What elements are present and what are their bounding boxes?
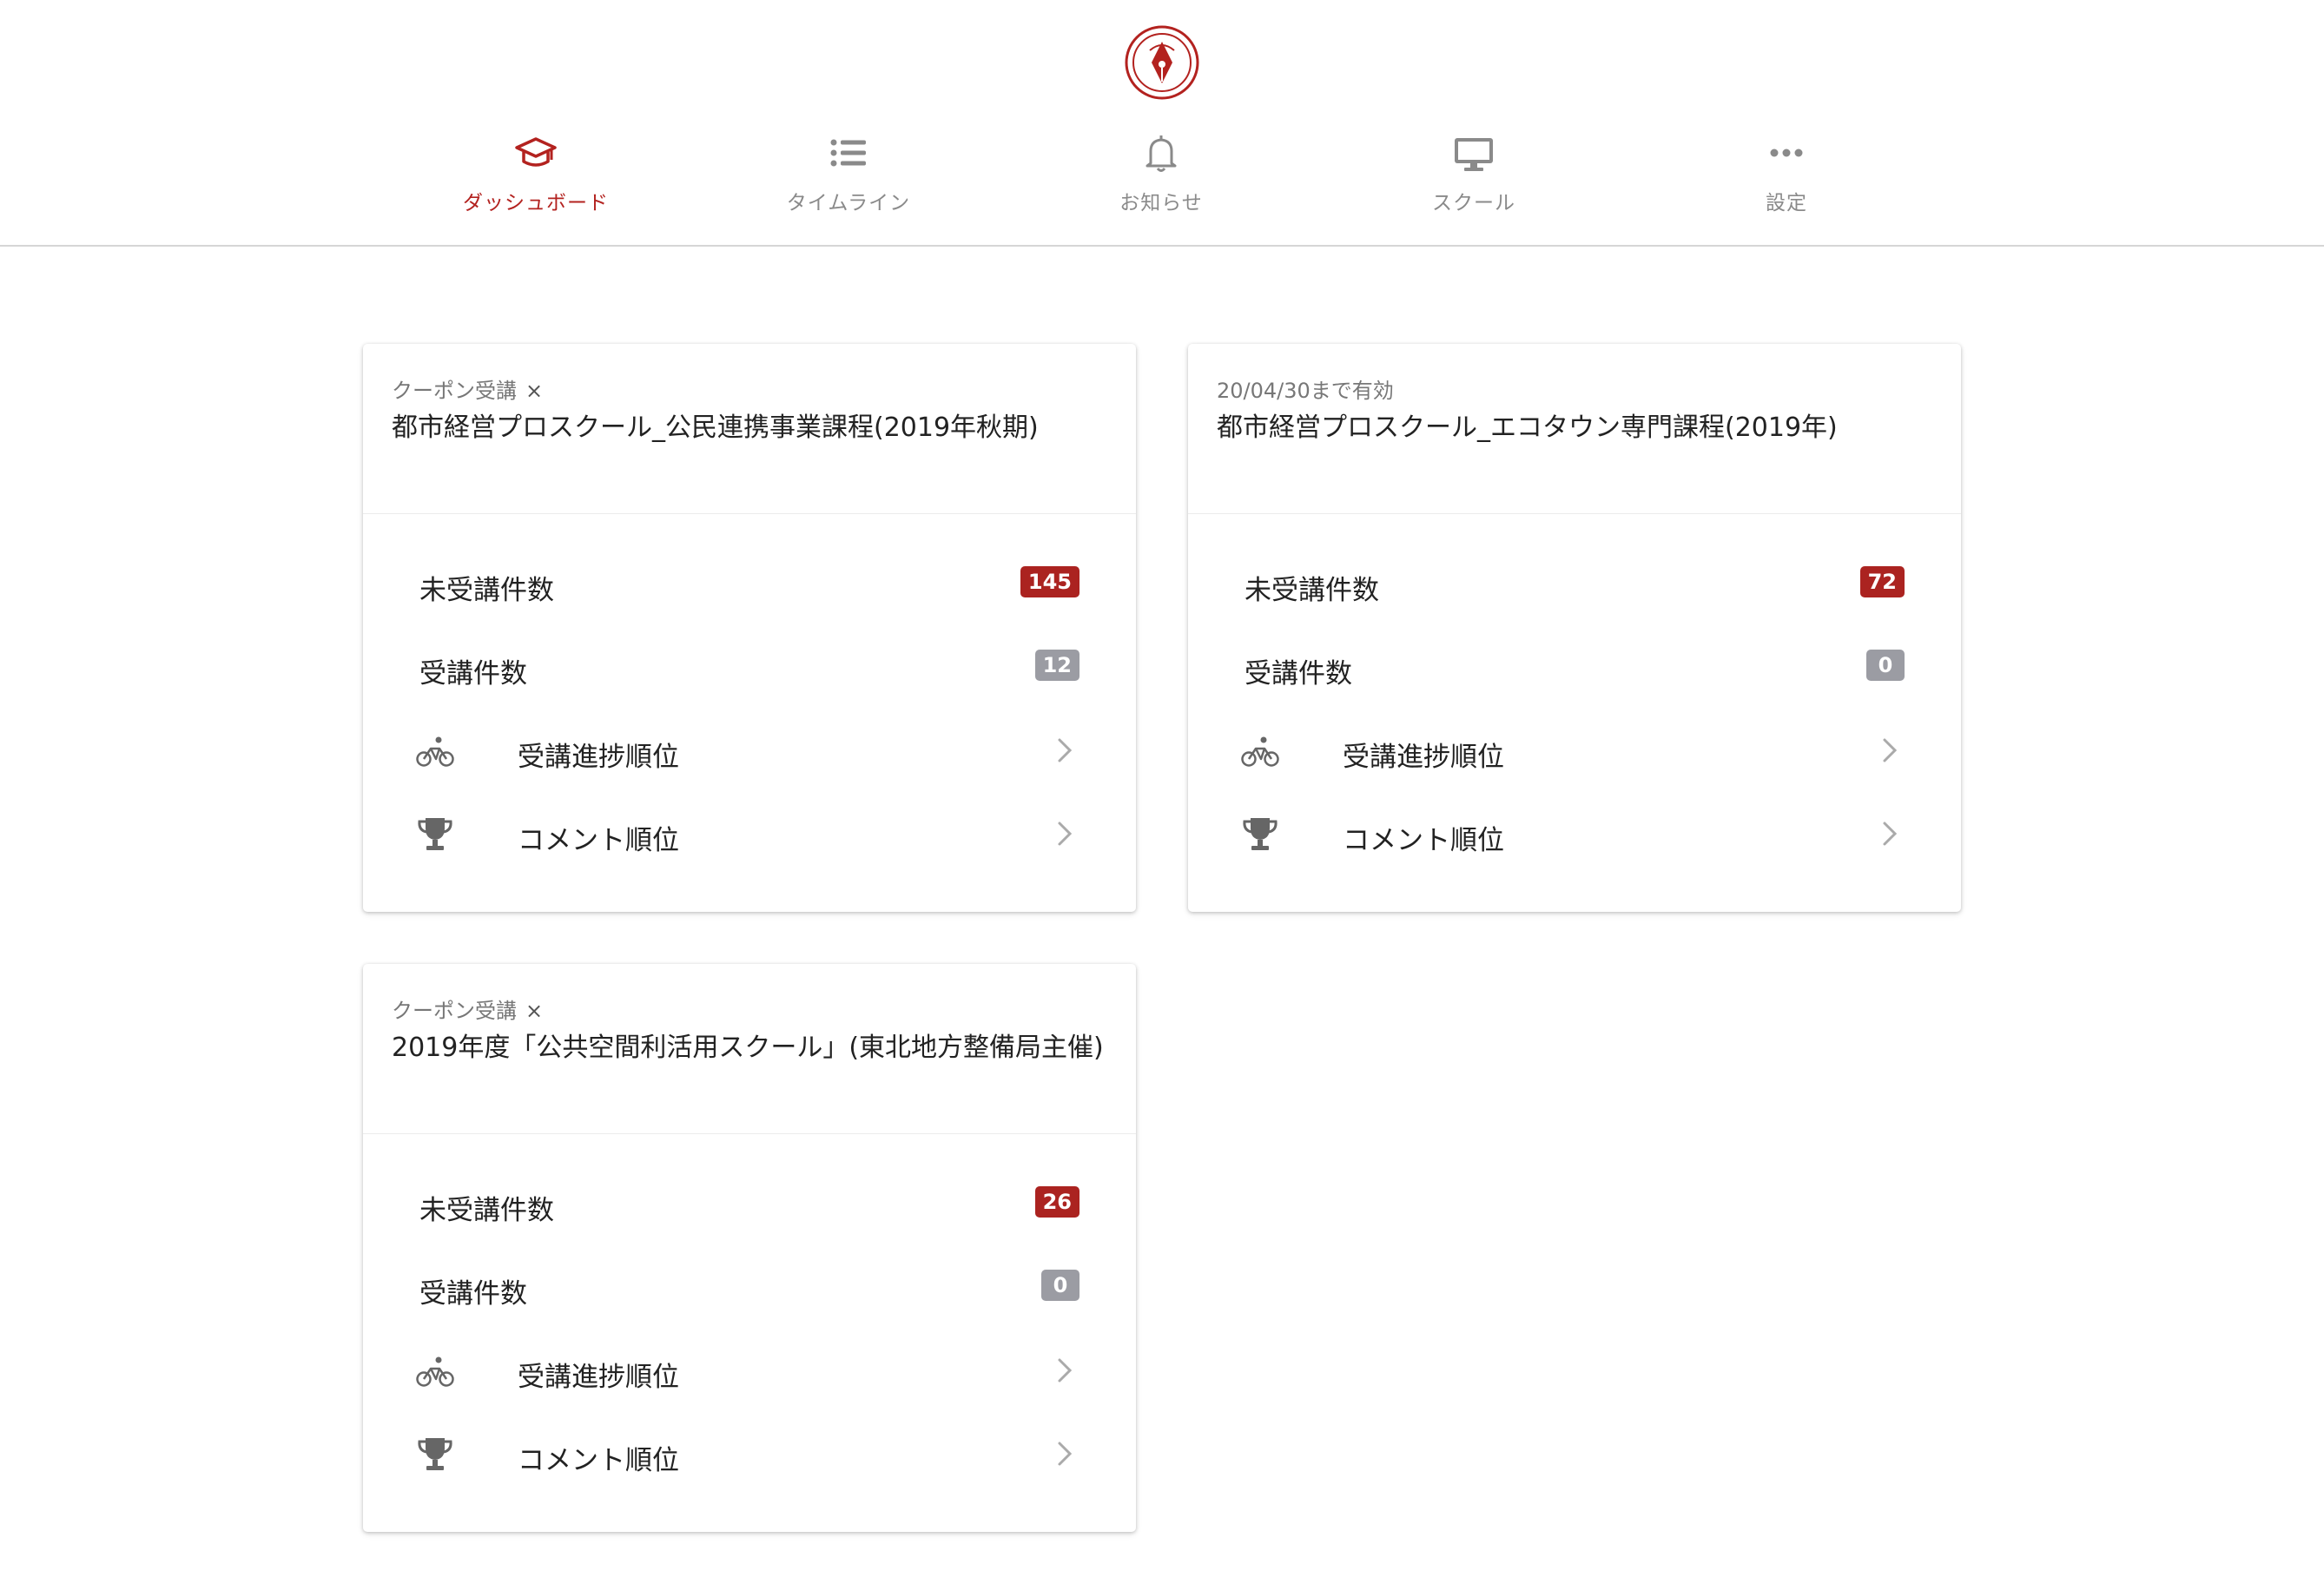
attended-label: 受講件数: [1245, 658, 1352, 690]
close-icon[interactable]: ×: [525, 999, 543, 1023]
course-title: 都市経営プロスクール_エコタウン専門課程(2019年): [1217, 412, 1838, 443]
bicycle-icon: [416, 736, 454, 767]
unattended-count-row: 未受講件数 145: [363, 549, 1136, 618]
chevron-right-icon: [1058, 1358, 1073, 1383]
progress-ranking-link[interactable]: 受講進捗順位: [363, 716, 1136, 785]
progress-ranking-link[interactable]: 受講進捗順位: [1188, 716, 1961, 785]
close-icon[interactable]: ×: [525, 379, 543, 403]
unattended-count-badge: 26: [1034, 1186, 1079, 1218]
attended-count-badge: 12: [1034, 650, 1079, 681]
trophy-icon: [418, 818, 452, 850]
comment-ranking-label: コメント順位: [518, 825, 679, 856]
chevron-right-icon: [1058, 1442, 1073, 1466]
expiry-label: 20/04/30まで有効: [1217, 379, 1394, 403]
chevron-right-icon: [1058, 738, 1073, 762]
progress-ranking-link[interactable]: 受講進捗順位: [363, 1336, 1136, 1405]
chevron-right-icon: [1883, 822, 1898, 846]
unattended-count-badge: 145: [1020, 566, 1079, 597]
bicycle-icon: [1241, 736, 1279, 767]
attended-count-row: 受講件数 0: [363, 1252, 1136, 1322]
attended-count-badge: 0: [1866, 650, 1905, 681]
chevron-right-icon: [1058, 822, 1073, 846]
card-subtitle: クーポン受講 ×: [392, 373, 543, 404]
attended-label: 受講件数: [419, 658, 527, 690]
nav-timeline-label: タイムライン: [786, 192, 911, 214]
nav-notifications[interactable]: お知らせ: [1057, 130, 1265, 226]
bell-icon: [1145, 135, 1177, 172]
nav-school[interactable]: スクール: [1370, 130, 1578, 226]
nav-school-label: スクール: [1432, 192, 1515, 214]
course-card: 20/04/30まで有効 都市経営プロスクール_エコタウン専門課程(2019年)…: [1188, 344, 1961, 912]
card-subtitle: クーポン受講 ×: [392, 993, 543, 1024]
course-title: 2019年度「公共空間利活用スクール」(東北地方整備局主催): [392, 1033, 1104, 1063]
attended-count-row: 受講件数 12: [363, 632, 1136, 702]
coupon-label: クーポン受講: [392, 379, 517, 403]
unattended-label: 未受講件数: [1245, 575, 1379, 606]
card-header: 20/04/30まで有効 都市経営プロスクール_エコタウン専門課程(2019年): [1188, 344, 1961, 514]
unattended-count-row: 未受講件数 26: [363, 1169, 1136, 1238]
card-subtitle: 20/04/30まで有効: [1217, 373, 1394, 404]
nav-dashboard[interactable]: ダッシュボード: [432, 130, 640, 226]
card-header: クーポン受講 × 2019年度「公共空間利活用スクール」(東北地方整備局主催): [363, 964, 1136, 1134]
nav-settings[interactable]: 設定: [1682, 130, 1891, 226]
course-card: クーポン受講 × 2019年度「公共空間利活用スクール」(東北地方整備局主催) 未…: [363, 964, 1136, 1532]
card-header: クーポン受講 × 都市経営プロスクール_公民連携事業課程(2019年秋期): [363, 344, 1136, 514]
trophy-icon: [418, 1438, 452, 1470]
comment-ranking-label: コメント順位: [518, 1445, 679, 1476]
progress-ranking-label: 受講進捗順位: [518, 742, 679, 773]
coupon-label: クーポン受講: [392, 999, 517, 1023]
unattended-label: 未受講件数: [419, 575, 554, 606]
comment-ranking-link[interactable]: コメント順位: [1188, 799, 1961, 868]
attended-count-row: 受講件数 0: [1188, 632, 1961, 702]
nav-notifications-label: お知らせ: [1119, 192, 1203, 214]
chevron-right-icon: [1883, 738, 1898, 762]
airlec-logo[interactable]: [1124, 24, 1200, 101]
more-dots-icon: [1770, 148, 1803, 157]
progress-ranking-label: 受講進捗順位: [1343, 742, 1504, 773]
course-card: クーポン受講 × 都市経営プロスクール_公民連携事業課程(2019年秋期) 未受講…: [363, 344, 1136, 912]
unattended-count-row: 未受講件数 72: [1188, 549, 1961, 618]
attended-label: 受講件数: [419, 1278, 527, 1310]
nav-timeline[interactable]: タイムライン: [744, 130, 953, 226]
progress-ranking-label: 受講進捗順位: [518, 1362, 679, 1393]
comment-ranking-link[interactable]: コメント順位: [363, 1419, 1136, 1488]
list-icon: [830, 139, 866, 167]
nav-settings-label: 設定: [1766, 192, 1807, 214]
comment-ranking-link[interactable]: コメント順位: [363, 799, 1136, 868]
nav-dashboard-label: ダッシュボード: [463, 192, 609, 214]
monitor-icon: [1455, 138, 1493, 171]
graduation-cap-icon: [515, 137, 557, 167]
bicycle-icon: [416, 1356, 454, 1387]
attended-count-badge: 0: [1041, 1270, 1079, 1301]
unattended-label: 未受講件数: [419, 1195, 554, 1226]
trophy-icon: [1243, 818, 1278, 850]
comment-ranking-label: コメント順位: [1343, 825, 1504, 856]
top-navigation-bar: ダッシュボード タイムライン お知らせ スクール 設定: [0, 0, 2324, 247]
course-title: 都市経営プロスクール_公民連携事業課程(2019年秋期): [392, 412, 1039, 443]
unattended-count-badge: 72: [1859, 566, 1905, 597]
